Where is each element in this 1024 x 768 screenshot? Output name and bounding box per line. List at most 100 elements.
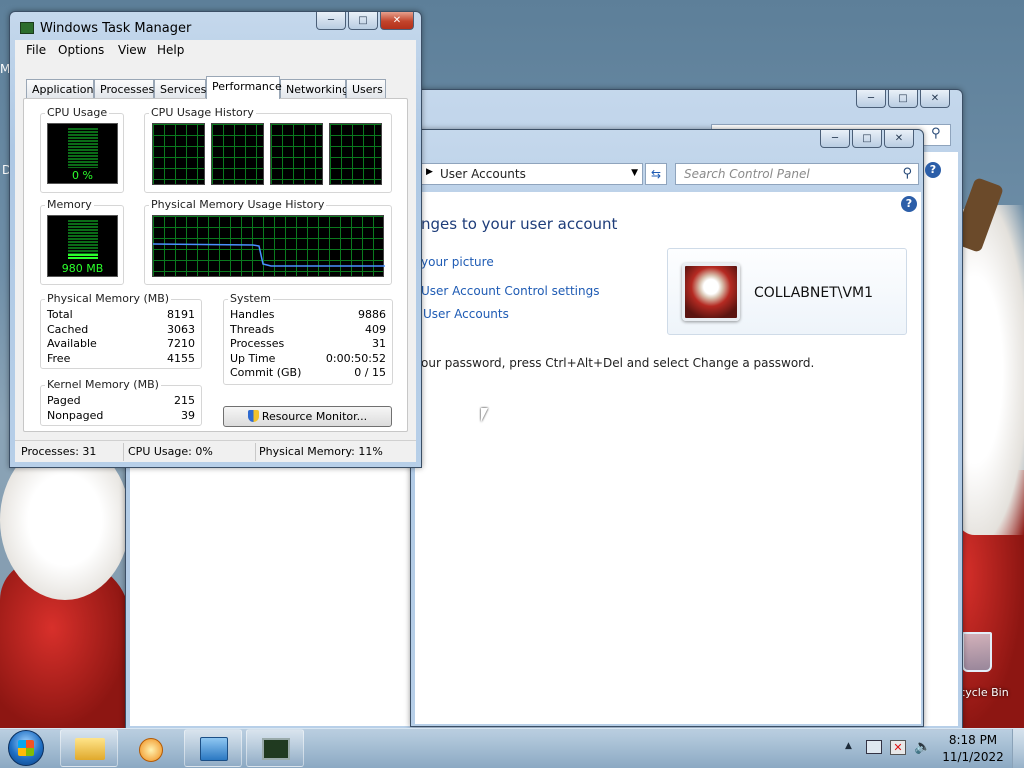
- folder-icon: [75, 738, 105, 760]
- address-bar[interactable]: ▶ User Accounts ▼: [411, 163, 643, 185]
- refresh-button[interactable]: ⇆: [645, 163, 667, 185]
- taskbar-task-manager-button[interactable]: [246, 729, 304, 767]
- system-group: System Handles 9886 Threads 409 Processes 3…: [223, 292, 393, 385]
- help-icon[interactable]: ?: [901, 196, 917, 212]
- task-manager-icon: [20, 22, 34, 34]
- search-input[interactable]: Search Control Panel ⚲: [675, 163, 919, 185]
- km-value: 39: [181, 408, 195, 422]
- km-value: 215: [174, 394, 195, 407]
- performance-panel: CPU Usage 0 % CPU Usage History Memory 9…: [23, 98, 408, 432]
- start-button[interactable]: [8, 730, 44, 766]
- resource-monitor-button[interactable]: Resource Monitor...: [223, 406, 392, 427]
- link-uac-settings[interactable]: User Account Control settings: [421, 284, 599, 298]
- tab-users[interactable]: Users: [346, 79, 386, 98]
- volume-icon[interactable]: 🔈: [914, 739, 931, 755]
- link-change-picture[interactable]: your picture: [421, 255, 494, 269]
- pm-label: Total: [47, 308, 73, 321]
- show-hidden-icons-icon[interactable]: ▲: [845, 741, 852, 751]
- clock-date[interactable]: 11/1/2022: [940, 750, 1006, 764]
- memory-history-graph: [152, 215, 385, 277]
- content-pane: ? nges to your user account your picture…: [415, 192, 921, 724]
- tab-networking[interactable]: Networking: [280, 79, 349, 98]
- status-memory: Physical Memory: 11%: [259, 445, 383, 458]
- sys-value: 0:00:50:52: [325, 351, 386, 365]
- maximize-button[interactable]: □: [348, 12, 378, 30]
- search-icon: ⚲: [902, 166, 912, 181]
- cpu-history-graph-2: [211, 123, 264, 185]
- search-icon[interactable]: ⚲: [931, 126, 941, 141]
- minimize-button[interactable]: ─: [316, 12, 346, 30]
- sys-value: 409: [365, 322, 386, 336]
- status-bar: Processes: 31 CPU Usage: 0% Physical Mem…: [15, 440, 416, 462]
- sys-label: Handles: [230, 308, 275, 321]
- help-icon[interactable]: ?: [925, 162, 941, 178]
- taskbar-media-player-button[interactable]: [122, 729, 180, 767]
- status-processes: Processes: 31: [21, 445, 97, 458]
- tab-processes[interactable]: Processes: [94, 79, 154, 98]
- menu-view[interactable]: View: [118, 43, 146, 57]
- user-name: COLLABNET\VM1: [754, 285, 874, 301]
- cpu-history-title: CPU Usage History: [149, 106, 256, 119]
- minimize-button[interactable]: ─: [856, 90, 886, 108]
- close-button[interactable]: ✕: [884, 130, 914, 148]
- menu-options[interactable]: Options: [58, 43, 104, 57]
- close-button[interactable]: ✕: [380, 12, 414, 30]
- tab-performance[interactable]: Performance: [206, 76, 282, 99]
- pm-value: 8191: [167, 308, 195, 321]
- pm-label: Available: [47, 337, 97, 350]
- control-panel-window[interactable]: ─ □ ✕ ▶ User Accounts ▼ ⇆ Search Control…: [410, 129, 941, 727]
- maximize-button[interactable]: □: [852, 130, 882, 148]
- sys-label: Commit (GB): [230, 366, 302, 379]
- kernel-memory-title: Kernel Memory (MB): [45, 378, 161, 391]
- show-desktop-button[interactable]: [1012, 729, 1024, 768]
- action-center-icon[interactable]: ✕: [890, 740, 906, 755]
- taskbar-control-panel-button[interactable]: [184, 729, 242, 767]
- taskbar-explorer-button[interactable]: [60, 729, 118, 767]
- password-note: our password, press Ctrl+Alt+Del and sel…: [421, 356, 815, 370]
- pm-label: Free: [47, 351, 71, 365]
- control-panel-icon: [200, 737, 228, 761]
- system-title: System: [228, 292, 274, 305]
- cpu-usage-title: CPU Usage: [45, 106, 110, 119]
- close-button[interactable]: ✕: [920, 90, 950, 108]
- cpu-history-graph-1: [152, 123, 205, 185]
- task-manager-window[interactable]: Windows Task Manager ─ □ ✕ File Options …: [9, 11, 422, 468]
- sys-value: 9886: [358, 308, 386, 321]
- window-title: Windows Task Manager: [40, 21, 192, 36]
- network-icon[interactable]: [866, 740, 882, 754]
- memory-history-line: [153, 243, 385, 267]
- pm-value: 3063: [167, 322, 195, 336]
- minimize-button[interactable]: ─: [820, 130, 850, 148]
- mem-history-title: Physical Memory Usage History: [149, 198, 327, 211]
- memory-title: Memory: [45, 198, 94, 211]
- sys-value: 31: [372, 337, 386, 350]
- sys-label: Processes: [230, 337, 285, 350]
- tab-services[interactable]: Services: [154, 79, 206, 98]
- memory-meter: 980 MB: [47, 215, 118, 277]
- status-cpu: CPU Usage: 0%: [128, 445, 213, 458]
- resource-monitor-label: Resource Monitor...: [261, 410, 368, 423]
- chevron-down-icon[interactable]: ▼: [631, 168, 638, 178]
- cpu-history-graph-3: [270, 123, 323, 185]
- cpu-history-graph-4: [329, 123, 382, 185]
- menu-file[interactable]: File: [26, 43, 46, 57]
- page-heading: nges to your user account: [421, 215, 618, 233]
- clock-time[interactable]: 8:18 PM: [940, 733, 1006, 747]
- mouse-cursor-icon: [481, 408, 488, 422]
- tab-applications[interactable]: Applications: [26, 79, 99, 98]
- breadcrumb[interactable]: User Accounts: [440, 167, 526, 181]
- menu-help[interactable]: Help: [157, 43, 184, 57]
- avatar: [682, 263, 740, 321]
- pm-value: 4155: [167, 351, 195, 365]
- recycle-bin-icon: [962, 632, 992, 672]
- breadcrumb-arrow-icon: ▶: [426, 167, 433, 177]
- task-manager-icon: [262, 738, 290, 760]
- km-label: Nonpaged: [47, 408, 104, 422]
- user-tile: COLLABNET\VM1: [667, 248, 907, 335]
- maximize-button[interactable]: □: [888, 90, 918, 108]
- kernel-memory-group: Kernel Memory (MB) Paged 215 Nonpaged 39: [40, 378, 202, 426]
- sys-label: Up Time: [230, 351, 276, 365]
- link-user-accounts[interactable]: User Accounts: [423, 307, 509, 321]
- search-placeholder: Search Control Panel: [684, 167, 810, 181]
- pm-value: 7210: [167, 337, 195, 350]
